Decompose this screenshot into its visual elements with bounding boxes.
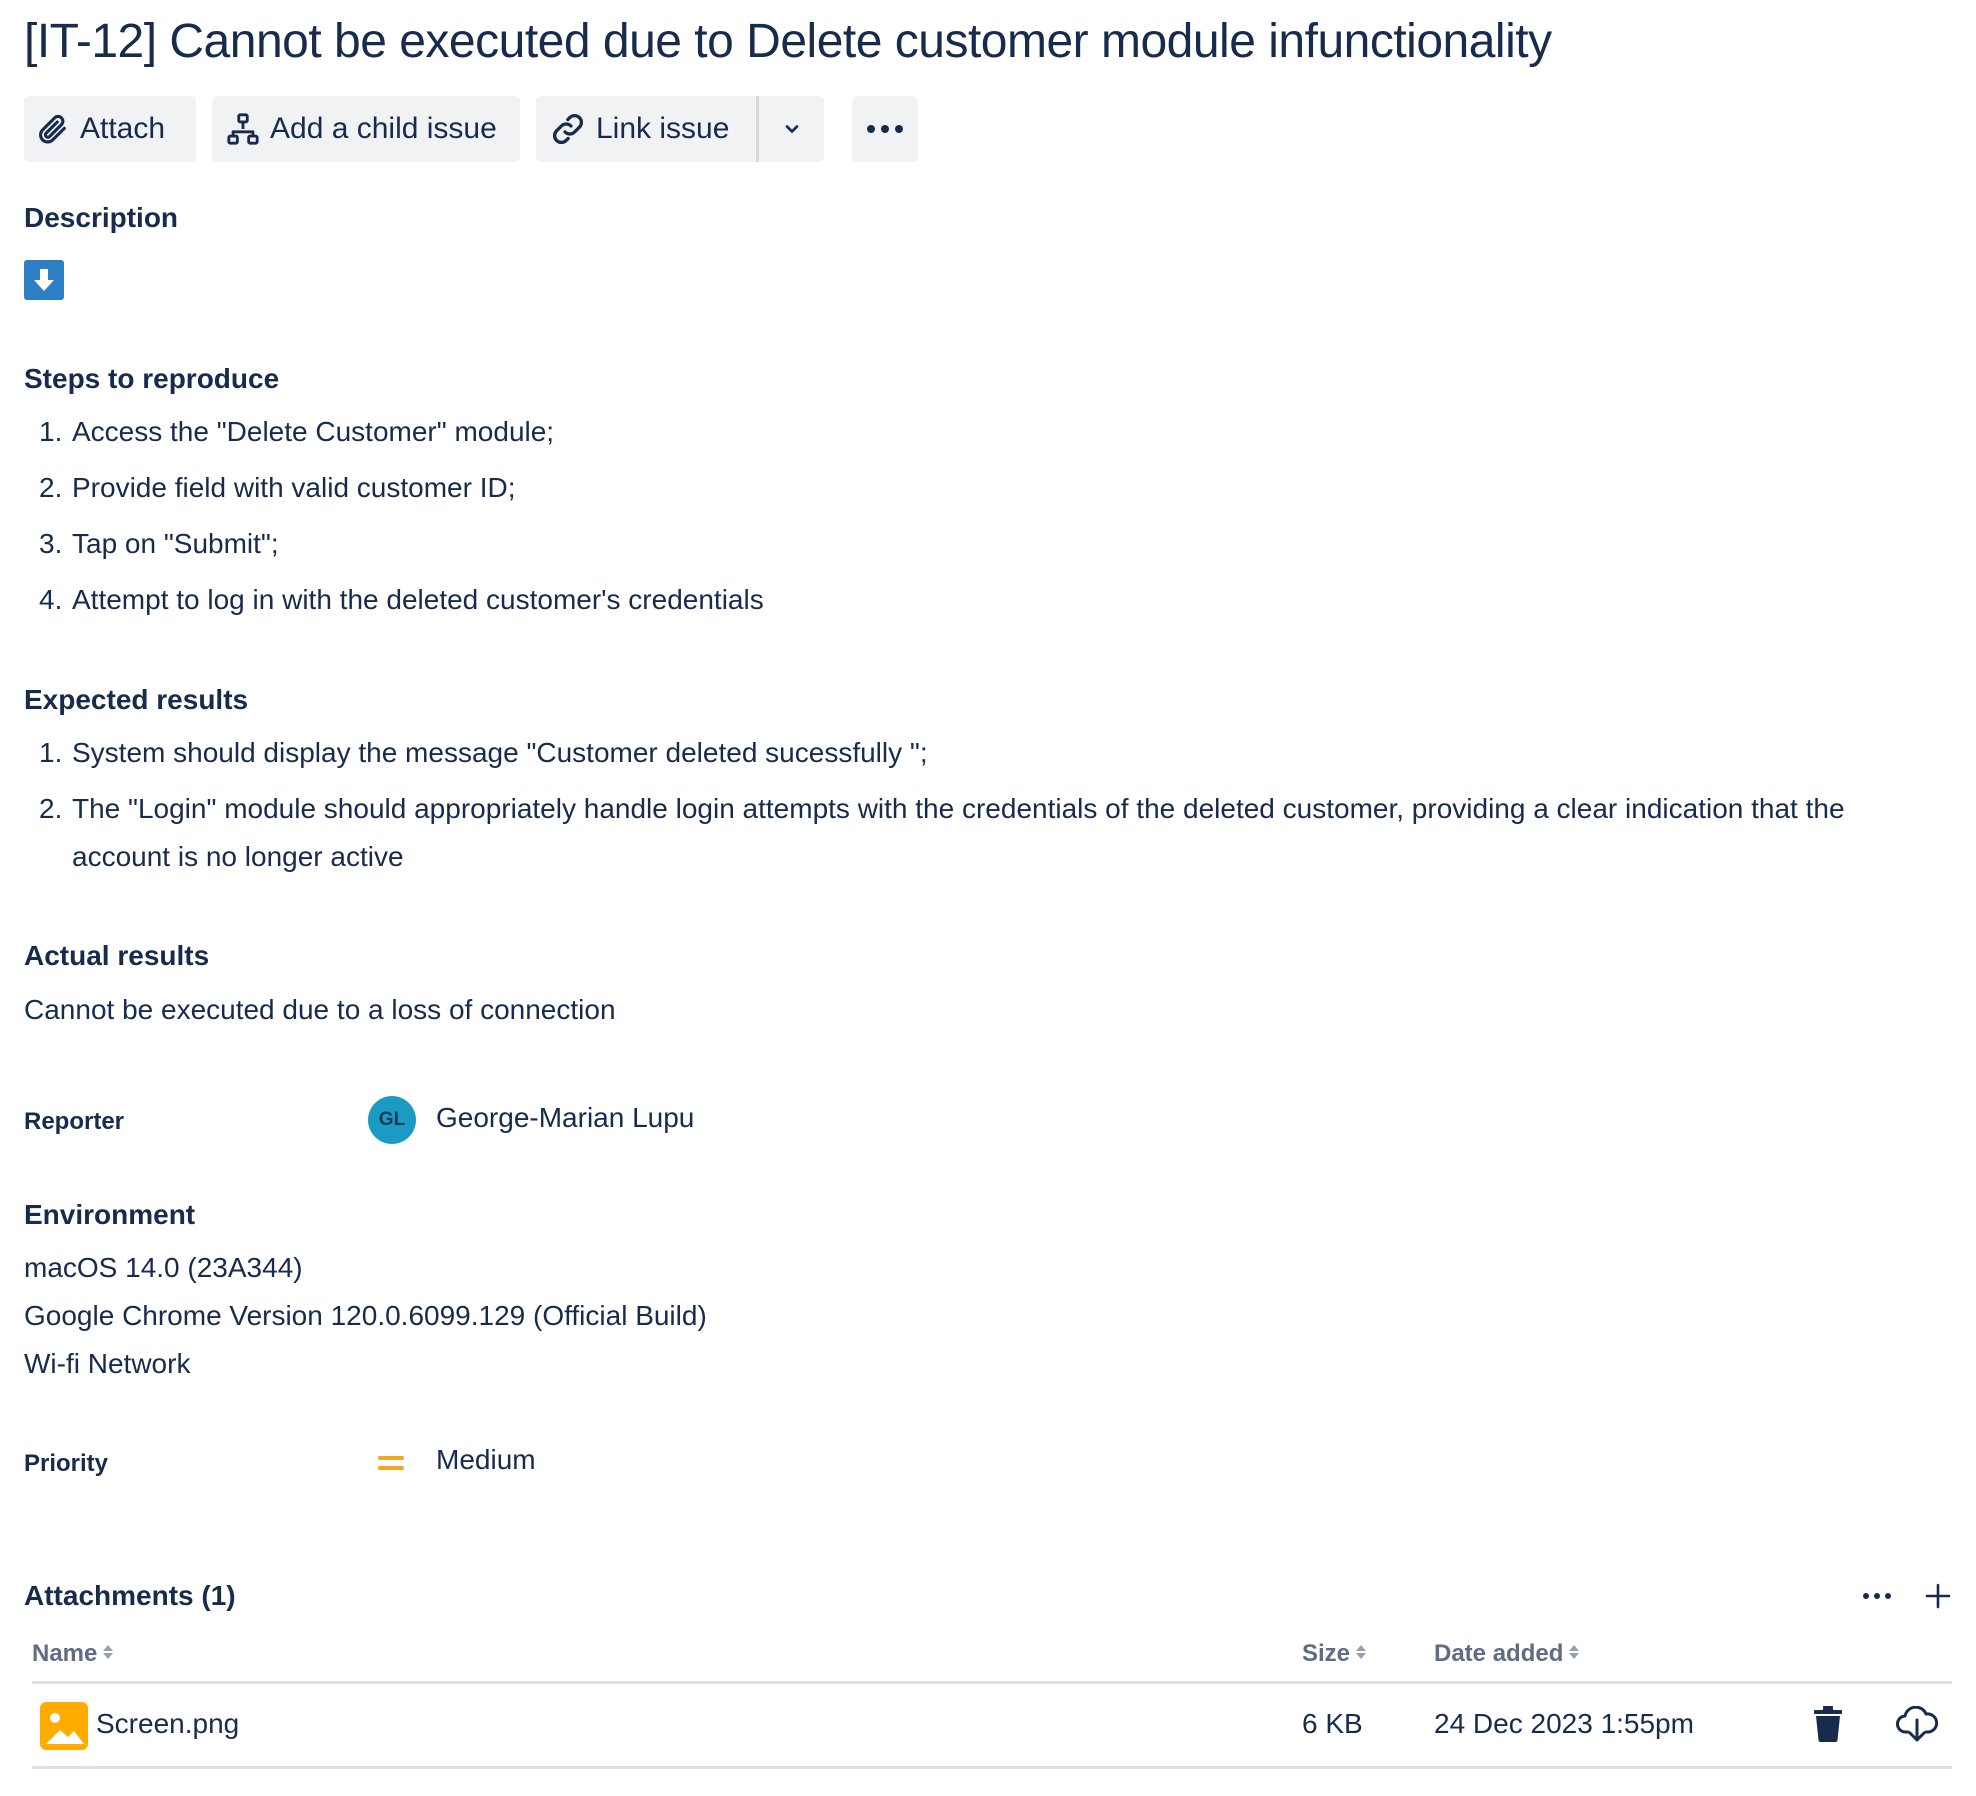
environment-line: Wi-fi Network <box>24 1348 191 1379</box>
download-arrow-icon <box>24 260 64 300</box>
list-item: 1. System should display the message "Cus… <box>39 737 928 768</box>
more-horizontal-icon <box>865 123 905 135</box>
table-header-divider <box>32 1681 1952 1684</box>
list-item: 1. Access the "Delete Customer" module; <box>39 416 555 447</box>
link-issue-dropdown-button[interactable] <box>759 96 824 162</box>
sort-icon <box>102 1640 114 1668</box>
add-child-issue-label: Add a child issue <box>270 112 497 145</box>
attachment-name[interactable]: Screen.png <box>96 1708 239 1740</box>
steps-to-reproduce-heading: Steps to reproduce <box>24 363 280 394</box>
reporter-name[interactable]: George-Marian Lupu <box>436 1102 694 1134</box>
link-issue-label: Link issue <box>596 112 730 145</box>
avatar[interactable]: GL <box>368 1096 416 1144</box>
chevron-down-icon <box>782 119 802 139</box>
environment-line: macOS 14.0 (23A344) <box>24 1252 303 1283</box>
attachment-date: 24 Dec 2023 1:55pm <box>1434 1708 1694 1739</box>
priority-value[interactable]: Medium <box>436 1444 536 1476</box>
issue-title[interactable]: [IT-12] Cannot be executed due to Delete… <box>24 14 1552 69</box>
steps-list: 1. Access the "Delete Customer" module; 2… <box>24 408 1944 632</box>
column-header-name[interactable]: Name <box>32 1640 114 1668</box>
environment-heading: Environment <box>24 1199 196 1230</box>
more-horizontal-icon <box>1863 1593 1891 1599</box>
list-item: 4. Attempt to log in with the deleted cus… <box>39 584 764 615</box>
issue-page: [IT-12] Cannot be executed due to Delete… <box>0 0 1976 1796</box>
attachments-heading: Attachments (1) <box>24 1580 236 1611</box>
more-actions-button[interactable] <box>852 96 918 162</box>
trash-icon <box>1814 1706 1842 1742</box>
list-item: 2. The "Login" module should appropriatel… <box>39 793 1845 872</box>
add-child-issue-button[interactable]: Add a child issue <box>212 96 520 162</box>
attach-label: Attach <box>80 112 166 145</box>
priority-medium-icon <box>378 1453 404 1473</box>
paperclip-icon <box>36 112 70 146</box>
sort-icon <box>1568 1640 1580 1668</box>
description-heading: Description <box>24 202 179 233</box>
add-attachment-button[interactable] <box>1924 1582 1952 1615</box>
attachment-size: 6 KB <box>1302 1708 1363 1739</box>
priority-label: Priority <box>24 1450 109 1477</box>
table-row-divider <box>32 1766 1952 1769</box>
column-header-size[interactable]: Size <box>1302 1640 1367 1668</box>
column-header-date-added[interactable]: Date added <box>1434 1640 1580 1668</box>
cloud-download-icon <box>1896 1705 1939 1742</box>
list-item: 2. Provide field with valid customer ID; <box>39 472 516 503</box>
link-issue-button[interactable]: Link issue <box>536 96 756 162</box>
attachments-more-button[interactable] <box>1862 1588 1892 1606</box>
actual-results-text: Cannot be executed due to a loss of conn… <box>24 994 616 1025</box>
plus-icon <box>1925 1583 1951 1609</box>
hierarchy-icon <box>226 112 260 146</box>
environment-line: Google Chrome Version 120.0.6099.129 (Of… <box>24 1300 707 1331</box>
list-item: 3. Tap on "Submit"; <box>39 528 279 559</box>
reporter-label: Reporter <box>24 1108 125 1135</box>
image-file-icon <box>40 1702 88 1750</box>
attach-button[interactable]: Attach <box>24 96 196 162</box>
delete-attachment-button[interactable] <box>1812 1706 1844 1747</box>
expected-results-list: 1. System should display the message "Cus… <box>24 729 1944 889</box>
expected-results-heading: Expected results <box>24 684 249 715</box>
actual-results-heading: Actual results <box>24 940 210 971</box>
link-icon <box>550 111 586 147</box>
sort-icon <box>1355 1640 1367 1668</box>
download-attachment-button[interactable] <box>1896 1705 1939 1747</box>
